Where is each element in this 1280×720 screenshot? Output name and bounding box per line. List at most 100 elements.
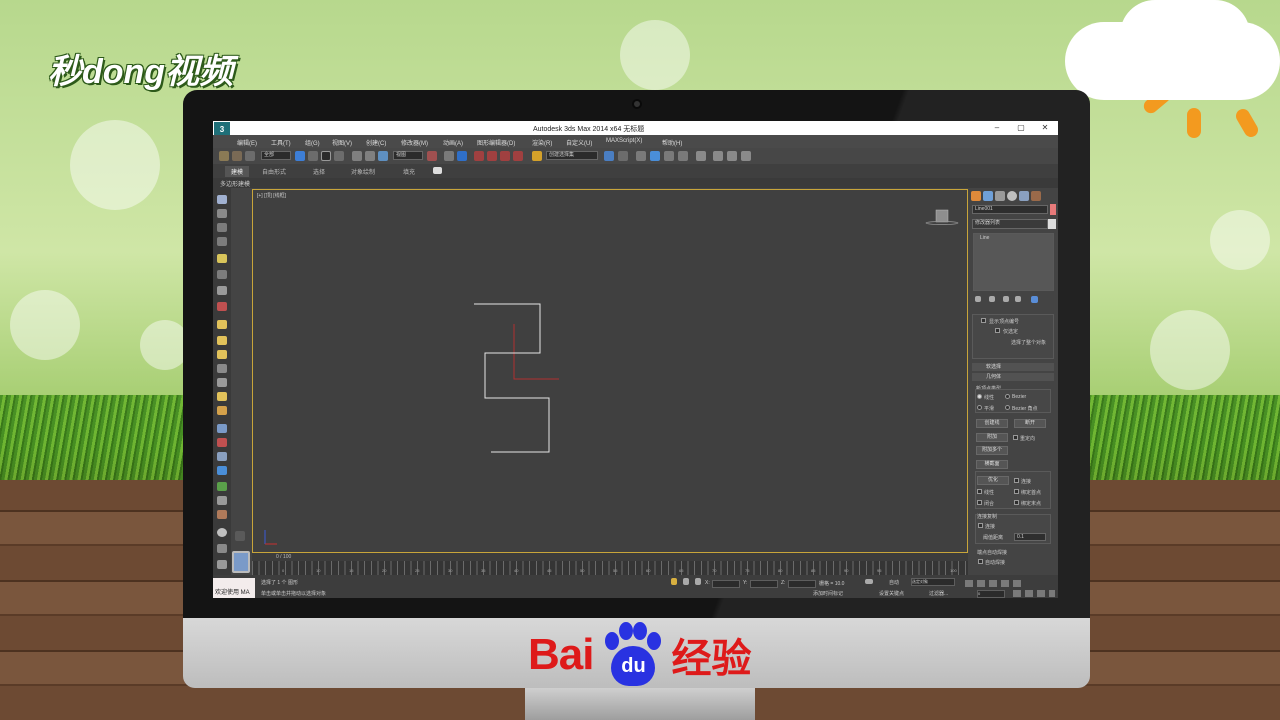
add-time-tag[interactable]: 添加时间标记 <box>813 590 843 597</box>
maxscript-listener[interactable]: 欢迎使用 MA <box>213 578 255 598</box>
selected-object-dropdown[interactable]: 选定对象 <box>911 578 955 586</box>
motion-panel-icon[interactable] <box>1007 191 1017 201</box>
z-coord-field[interactable] <box>788 580 816 588</box>
menu-group[interactable]: 组(G) <box>305 138 320 147</box>
key-icon[interactable] <box>865 579 873 584</box>
rendered-frame-window-icon[interactable] <box>727 151 737 161</box>
bones-icon[interactable] <box>217 438 227 447</box>
maximize-button[interactable]: ▢ <box>1010 122 1032 134</box>
foliage-icon[interactable] <box>217 482 227 491</box>
attach-button[interactable]: 附加 <box>976 433 1008 442</box>
hair-icon[interactable] <box>217 510 227 519</box>
orbit-icon[interactable] <box>1037 590 1045 597</box>
next-frame-icon[interactable] <box>1001 580 1009 587</box>
reference-coordinate-dropdown[interactable]: 视图 <box>393 151 423 160</box>
camera-icon[interactable] <box>217 270 227 279</box>
tab-selection[interactable]: 选择 <box>313 167 325 176</box>
time-slider[interactable]: 0 / 100 <box>252 553 968 561</box>
vertex-type-smooth-radio[interactable] <box>977 405 982 410</box>
pivot-center-icon[interactable] <box>427 151 437 161</box>
percent-snap-icon[interactable] <box>500 151 510 161</box>
teapot-icon[interactable] <box>217 406 227 415</box>
play-animation-icon[interactable] <box>989 580 997 587</box>
keyboard-shortcut-override-icon[interactable] <box>457 151 467 161</box>
create-line-button[interactable]: 创建线 <box>976 419 1008 428</box>
move-icon[interactable] <box>352 151 362 161</box>
select-object-icon[interactable] <box>295 151 305 161</box>
space-warp-icon[interactable] <box>217 302 227 311</box>
break-button[interactable]: 断开 <box>1014 419 1046 428</box>
vertex-type-bezier-radio[interactable] <box>1005 394 1010 399</box>
rollout-soft-selection[interactable]: 软选择 <box>972 363 1054 371</box>
create-panel-icon[interactable] <box>971 191 981 201</box>
threshold-input[interactable]: 0.1 <box>1014 533 1046 541</box>
cross-section-button[interactable]: 横截面 <box>976 460 1008 469</box>
snaps-toggle-icon[interactable] <box>474 151 484 161</box>
configure-modifier-sets-icon[interactable] <box>1031 296 1038 303</box>
go-to-end-icon[interactable] <box>1013 580 1021 587</box>
light-icon[interactable] <box>217 254 227 263</box>
rollout-geometry[interactable]: 几何体 <box>972 373 1054 381</box>
torus-icon[interactable] <box>217 364 227 373</box>
rotate-icon[interactable] <box>365 151 375 161</box>
auto-weld-checkbox[interactable] <box>978 559 983 564</box>
bind-space-warp-icon[interactable] <box>245 151 255 161</box>
object-color-swatch[interactable] <box>1050 204 1056 215</box>
particle-icon[interactable] <box>217 424 227 433</box>
close-button[interactable]: ✕ <box>1034 122 1056 134</box>
mini-viewport-icon[interactable] <box>232 551 250 573</box>
window-crossing-icon[interactable] <box>334 151 344 161</box>
menu-animation[interactable]: 动画(A) <box>443 138 463 147</box>
remove-modifier-icon[interactable] <box>1015 296 1021 302</box>
modify-panel-icon[interactable] <box>983 191 993 201</box>
stack-item-line[interactable]: Line <box>980 235 989 241</box>
ribbon-options-icon[interactable] <box>433 167 442 174</box>
x-coord-field[interactable] <box>712 580 740 588</box>
align-icon[interactable] <box>618 151 628 161</box>
geosphere-icon[interactable] <box>217 392 227 401</box>
globe-icon[interactable] <box>217 466 227 475</box>
named-selection-sets-dropdown[interactable]: 创建选择集 <box>546 151 598 160</box>
current-frame-field[interactable]: 0 <box>977 590 1005 598</box>
bind-first-checkbox[interactable] <box>1014 489 1019 494</box>
graphite-modeling-tools-icon[interactable] <box>650 151 660 161</box>
tab-modeling[interactable]: 建模 <box>225 166 250 177</box>
schematic-view-icon[interactable] <box>678 151 688 161</box>
polygon-modeling-label[interactable]: 多边形建模 <box>220 179 250 188</box>
zoom-icon[interactable] <box>1013 590 1021 597</box>
chevron-down-icon[interactable] <box>1048 219 1056 229</box>
tab-populate[interactable]: 填充 <box>403 167 415 176</box>
object-name-field[interactable]: Line001 <box>972 205 1048 214</box>
set-key-button[interactable]: 设置关键点 <box>879 590 904 597</box>
absolute-mode-icon[interactable] <box>695 578 701 585</box>
y-coord-field[interactable] <box>750 580 778 588</box>
menu-views[interactable]: 视图(V) <box>332 138 352 147</box>
menu-tools[interactable]: 工具(T) <box>271 138 291 147</box>
cone-icon[interactable] <box>217 336 227 345</box>
link-icon[interactable] <box>219 151 229 161</box>
unlink-icon[interactable] <box>232 151 242 161</box>
menu-modifiers[interactable]: 修改器(M) <box>401 138 428 147</box>
linear-checkbox[interactable] <box>977 489 982 494</box>
reorient-checkbox[interactable] <box>1013 435 1018 440</box>
menu-edit[interactable]: 编辑(E) <box>237 138 257 147</box>
render-setup-icon[interactable] <box>713 151 723 161</box>
refine-button[interactable]: 优化 <box>977 476 1009 485</box>
minimize-button[interactable]: – <box>986 122 1008 134</box>
play-icon[interactable] <box>235 531 245 541</box>
helper-icon[interactable] <box>217 286 227 295</box>
rectangular-selection-icon[interactable] <box>321 151 331 161</box>
connect-copy-checkbox[interactable] <box>978 523 983 528</box>
biped-icon[interactable] <box>217 452 227 461</box>
script-icon[interactable] <box>217 560 227 569</box>
display-panel-icon[interactable] <box>1019 191 1029 201</box>
mirror-icon[interactable] <box>604 151 614 161</box>
box-icon[interactable] <box>217 320 227 329</box>
key-filters-button[interactable]: 过滤器... <box>929 590 948 597</box>
menu-create[interactable]: 创建(C) <box>366 138 386 147</box>
tab-object-paint[interactable]: 对象绘制 <box>351 167 375 176</box>
vertex-type-linear-radio[interactable] <box>977 394 982 399</box>
previous-frame-icon[interactable] <box>977 580 985 587</box>
menu-graph-editors[interactable]: 图形编辑器(D) <box>477 138 515 147</box>
attach-multiple-button[interactable]: 附加多个 <box>976 446 1008 455</box>
